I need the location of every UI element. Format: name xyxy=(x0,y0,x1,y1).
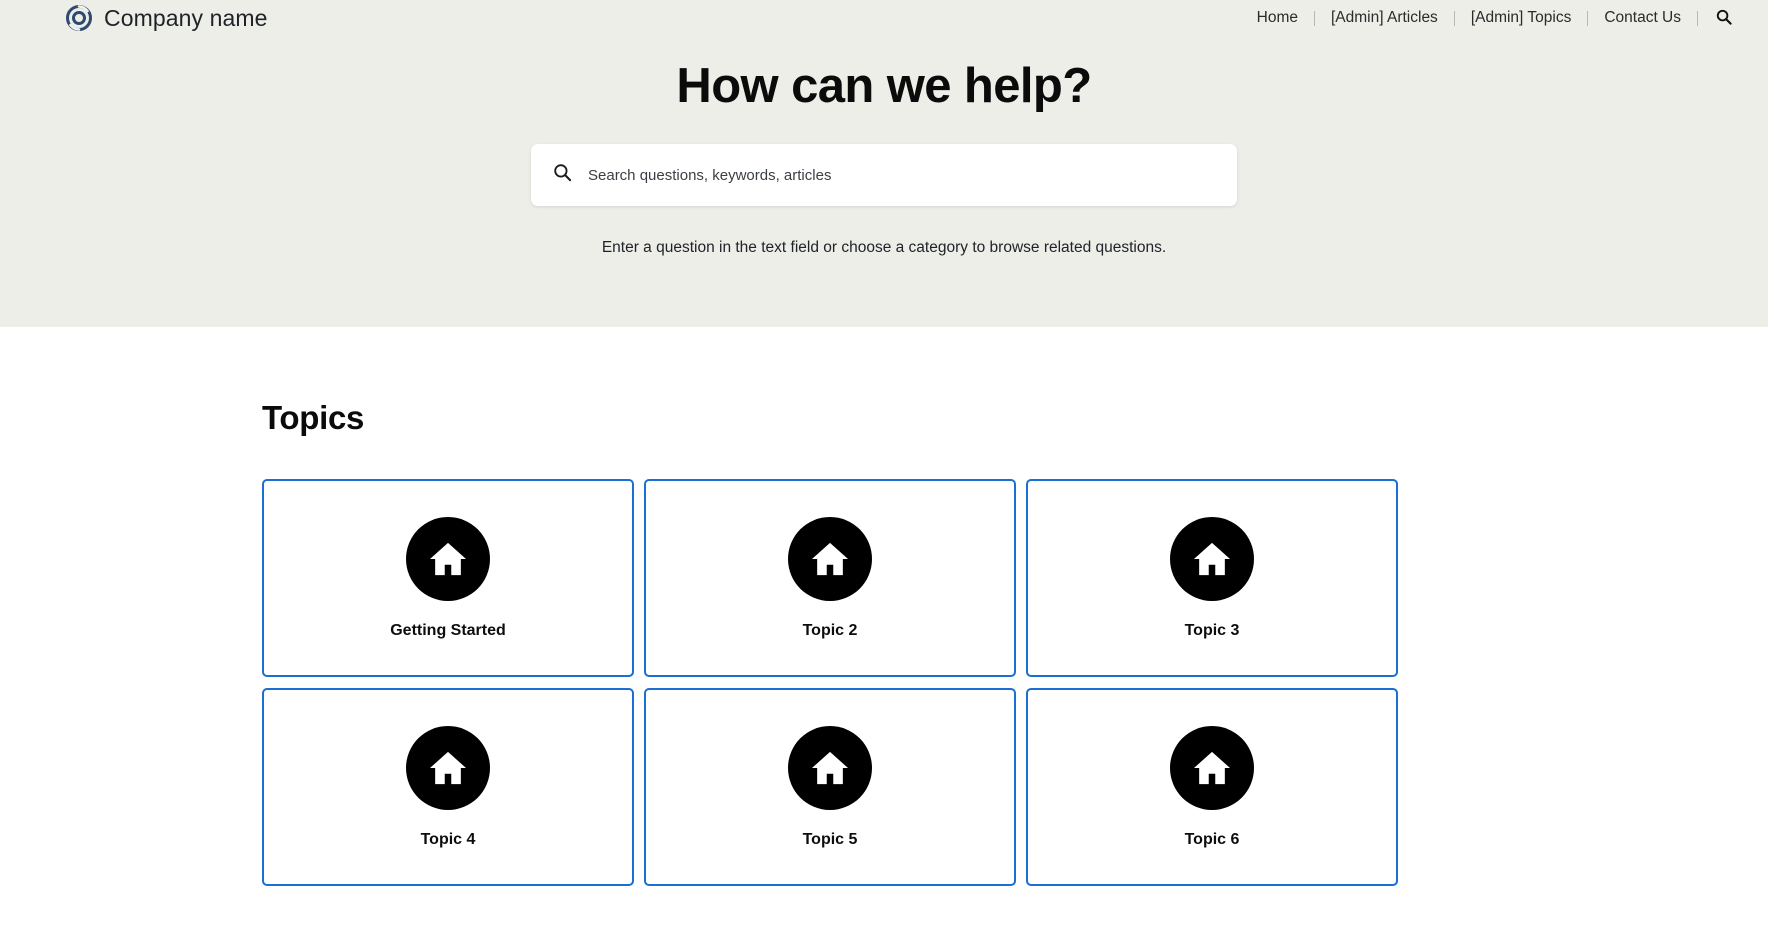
topic-card-topic-6[interactable]: Topic 6 xyxy=(1026,688,1398,886)
nav-item-home[interactable]: Home xyxy=(1241,7,1314,29)
hero-section: Company name Home [Admin] Articles [Admi… xyxy=(0,0,1768,327)
nav-item-contact-us[interactable]: Contact Us xyxy=(1588,7,1697,29)
topics-section: Topics Getting Started Topic 2 Topic 3 T… xyxy=(0,399,1768,886)
topic-card-label: Topic 3 xyxy=(1184,621,1240,639)
search-icon xyxy=(553,163,572,187)
swirl-circle-logo-icon xyxy=(66,5,92,31)
nav-item-admin-topics[interactable]: [Admin] Topics xyxy=(1455,7,1588,29)
hero-subtext: Enter a question in the text field or ch… xyxy=(601,239,1167,257)
search-icon xyxy=(1716,9,1732,28)
search-input[interactable]: Search questions, keywords, articles xyxy=(531,144,1237,207)
topic-card-topic-4[interactable]: Topic 4 xyxy=(262,688,634,886)
home-icon xyxy=(788,516,872,601)
topic-card-getting-started[interactable]: Getting Started xyxy=(262,479,634,677)
topic-card-topic-3[interactable]: Topic 3 xyxy=(1026,479,1398,677)
topic-card-topic-5[interactable]: Topic 5 xyxy=(644,688,1016,886)
topic-card-topic-2[interactable]: Topic 2 xyxy=(644,479,1016,677)
topic-card-label: Topic 4 xyxy=(420,830,476,848)
topics-heading: Topics xyxy=(262,399,365,436)
topic-card-label: Getting Started xyxy=(390,621,506,639)
top-navigation-bar: Company name Home [Admin] Articles [Admi… xyxy=(0,0,1768,36)
nav-item-admin-articles[interactable]: [Admin] Articles xyxy=(1315,7,1454,29)
topics-grid: Getting Started Topic 2 Topic 3 Topic 4 … xyxy=(262,479,1768,886)
search-bar-container: Search questions, keywords, articles xyxy=(0,144,1768,207)
nav-search-button[interactable] xyxy=(1698,7,1746,30)
home-icon xyxy=(406,516,490,601)
topic-card-label: Topic 5 xyxy=(802,830,858,848)
brand-name-label: Company name xyxy=(104,4,268,31)
primary-nav: Home [Admin] Articles [Admin] Topics Con… xyxy=(1241,7,1746,30)
home-icon xyxy=(406,725,490,810)
home-icon xyxy=(1170,725,1254,810)
topic-card-label: Topic 6 xyxy=(1184,830,1240,848)
page-title: How can we help? xyxy=(676,59,1092,113)
home-icon xyxy=(788,725,872,810)
topic-card-label: Topic 2 xyxy=(802,621,858,639)
search-input-placeholder: Search questions, keywords, articles xyxy=(588,166,832,184)
home-icon xyxy=(1170,516,1254,601)
brand-logo-link[interactable]: Company name xyxy=(66,5,268,32)
